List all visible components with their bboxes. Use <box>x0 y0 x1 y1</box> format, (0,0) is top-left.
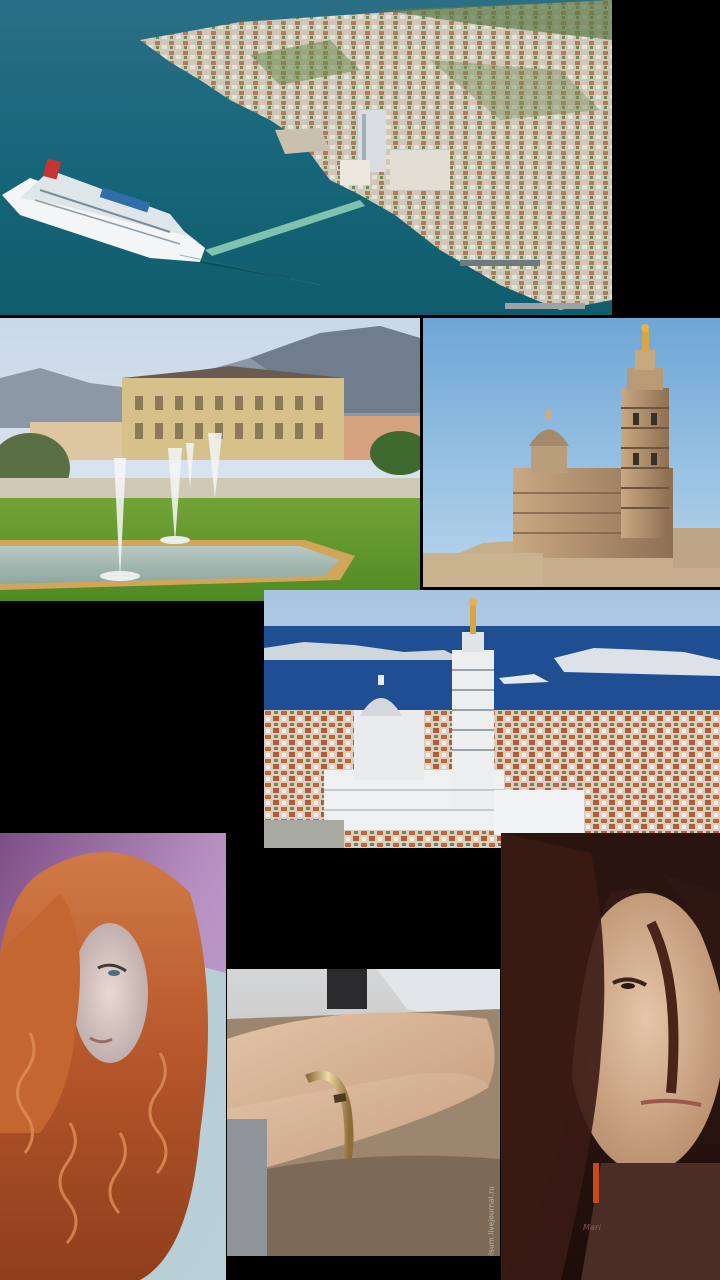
redhead-portrait <box>0 833 226 1280</box>
man-portrait: Mari <box>501 833 720 1280</box>
watermark: artdeisum.livejournal.ru <box>488 1186 496 1256</box>
signature: Mari <box>583 1223 602 1232</box>
palace-photo <box>0 318 420 601</box>
harbor-photo <box>0 0 612 315</box>
basilica-photo <box>423 318 720 587</box>
bracelet-photo: artdeisum.livejournal.ru <box>227 969 500 1256</box>
basilica-sea-photo <box>264 590 720 848</box>
